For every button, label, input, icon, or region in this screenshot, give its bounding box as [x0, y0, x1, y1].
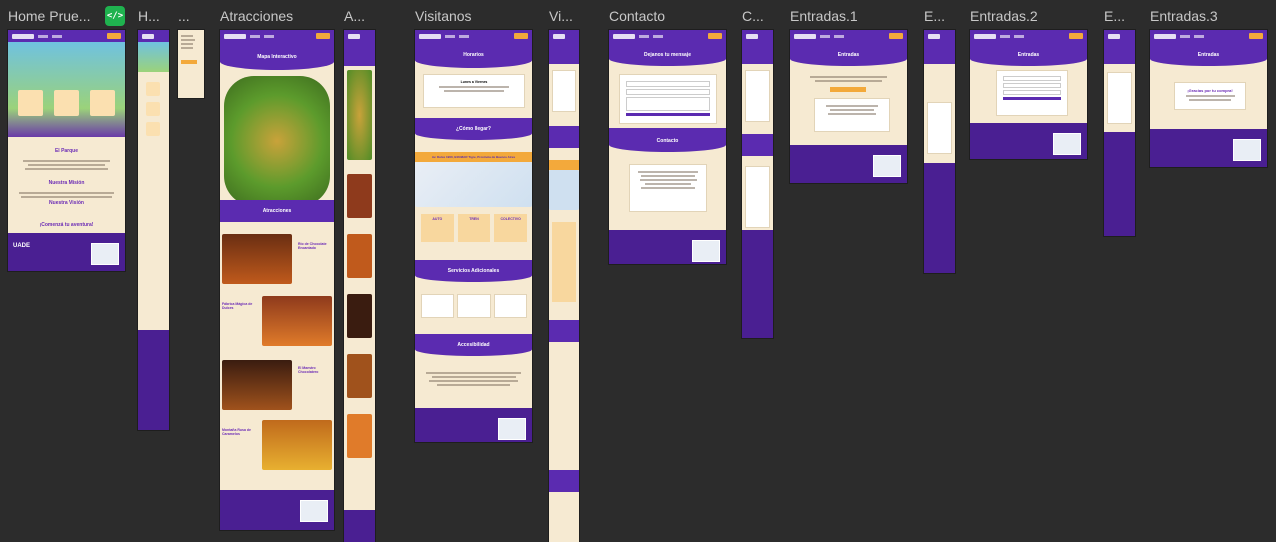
- brand-logo: [12, 33, 34, 39]
- email-field[interactable]: [626, 89, 710, 95]
- frame-menu-mobile[interactable]: [178, 30, 204, 98]
- footer: [138, 330, 169, 430]
- frame-label-entradas-1-mobile[interactable]: E...: [924, 8, 945, 24]
- entradas-button[interactable]: [181, 60, 197, 64]
- attraction-title: Río de Chocolate Encantado: [298, 242, 327, 250]
- location-map[interactable]: [415, 162, 532, 207]
- frame-label-entradas-2-mobile[interactable]: E...: [1104, 8, 1125, 24]
- section-title-horarios: Horarios: [463, 52, 484, 58]
- frame-label-contacto-mobile[interactable]: C...: [742, 8, 764, 24]
- attraction-image: [222, 234, 292, 284]
- frame-label-home[interactable]: Home Prue...: [8, 8, 90, 24]
- frame-label-entradas-1[interactable]: Entradas.1: [790, 8, 858, 24]
- section-title-entradas: Entradas: [837, 52, 860, 58]
- frame-home[interactable]: El Parque Nuestra Misión Nuestra Visión …: [8, 30, 125, 271]
- attraction-title: Montaña Rusa de Caramelos: [222, 428, 251, 436]
- frame-entradas-1[interactable]: Entradas: [790, 30, 907, 183]
- section-title-mision: Nuestra Misión: [48, 180, 85, 186]
- frame-entradas-3[interactable]: Entradas ¡Gracias por tu compra!: [1150, 30, 1267, 167]
- frame-visitanos-mobile[interactable]: [549, 30, 579, 542]
- frame-home-mobile[interactable]: [138, 30, 169, 430]
- footer: [970, 123, 1087, 159]
- navbar: [8, 30, 125, 42]
- frame-label-atracciones[interactable]: Atracciones: [220, 8, 293, 24]
- frame-label-visitanos[interactable]: Visitanos: [415, 8, 472, 24]
- message-field[interactable]: [626, 97, 710, 111]
- attraction-image: [262, 420, 332, 470]
- attraction-title: Fábrica Mágica de Dulces: [222, 302, 253, 310]
- footer: [790, 145, 907, 183]
- horarios-card: Lunes a Viernes: [423, 74, 525, 108]
- hero-image: [138, 42, 169, 72]
- section-title-entradas: Entradas: [1197, 52, 1220, 58]
- attraction-image: [262, 296, 332, 346]
- section-title-entradas: Entradas: [1017, 52, 1040, 58]
- transport-cards: AUTO TREN COLECTIVO: [421, 214, 528, 242]
- entradas-button[interactable]: [107, 33, 121, 39]
- frame-entradas-2[interactable]: Entradas: [970, 30, 1087, 159]
- figma-canvas: Home Prue... </> H... ... Atracciones A.…: [0, 0, 1276, 542]
- thank-you-title: ¡Gracias por tu compra!: [1187, 88, 1233, 93]
- footer: [1150, 129, 1267, 167]
- frame-entradas-2-mobile[interactable]: [1104, 30, 1135, 236]
- frame-label-entradas-2[interactable]: Entradas.2: [970, 8, 1038, 24]
- attraction-title: El Maestro Chocolatero: [298, 366, 319, 374]
- thank-you-card: ¡Gracias por tu compra!: [1174, 82, 1246, 110]
- section-title-mapa: Mapa Interactivo: [257, 54, 297, 60]
- frame-label-entradas-3[interactable]: Entradas.3: [1150, 8, 1218, 24]
- frame-label-visitanos-mobile[interactable]: Vi...: [549, 8, 573, 24]
- section-title-mensaje: Dejanos tu mensaje: [644, 52, 691, 58]
- section-title-aventura: ¡Comenzá tu aventura!: [39, 222, 94, 228]
- frame-atracciones-mobile[interactable]: [344, 30, 375, 542]
- frame-label-home-mobile[interactable]: H...: [138, 8, 160, 24]
- interactive-map[interactable]: [224, 76, 330, 206]
- section-title-contacto: Contacto: [656, 138, 679, 144]
- name-field[interactable]: [626, 81, 710, 87]
- section-title-servicios: Servicios Adicionales: [447, 268, 500, 274]
- footer-map[interactable]: [91, 243, 119, 265]
- section-title-atracciones: Atracciones: [262, 208, 292, 214]
- footer: [220, 490, 334, 530]
- footer: [609, 230, 726, 264]
- footer-logo: UADE: [13, 243, 31, 249]
- frame-label-atracciones-mobile[interactable]: A...: [344, 8, 365, 24]
- section-title-como-llegar: ¿Cómo llegar?: [455, 126, 491, 132]
- frame-entradas-1-mobile[interactable]: [924, 30, 955, 273]
- contact-form[interactable]: [619, 74, 717, 124]
- send-button[interactable]: [626, 113, 710, 116]
- frame-contacto[interactable]: Dejanos tu mensaje Contacto: [609, 30, 726, 264]
- hero-image: [8, 42, 125, 137]
- footer: UADE: [8, 233, 125, 271]
- direccion-bar: Av. Dulce 1900, B1648AR Tigre, Provincia…: [415, 152, 532, 162]
- frame-atracciones[interactable]: Mapa Interactivo Atracciones Río de Choc…: [220, 30, 334, 530]
- section-title-parque: El Parque: [54, 148, 79, 154]
- footer: [415, 408, 532, 442]
- section-title-accesibilidad: Accesibilidad: [457, 342, 490, 348]
- checkout-form[interactable]: [996, 70, 1068, 116]
- frame-label-contacto[interactable]: Contacto: [609, 8, 665, 24]
- comprar-button[interactable]: [830, 87, 866, 92]
- frame-label-menu-mobile[interactable]: ...: [178, 8, 190, 24]
- frame-contacto-mobile[interactable]: [742, 30, 773, 338]
- code-icon[interactable]: </>: [105, 6, 125, 26]
- section-title-vision: Nuestra Visión: [49, 200, 84, 206]
- frame-visitanos[interactable]: Horarios Lunes a Viernes ¿Cómo llegar? A…: [415, 30, 532, 442]
- contact-info-card: [629, 164, 707, 212]
- attraction-image: [222, 360, 292, 410]
